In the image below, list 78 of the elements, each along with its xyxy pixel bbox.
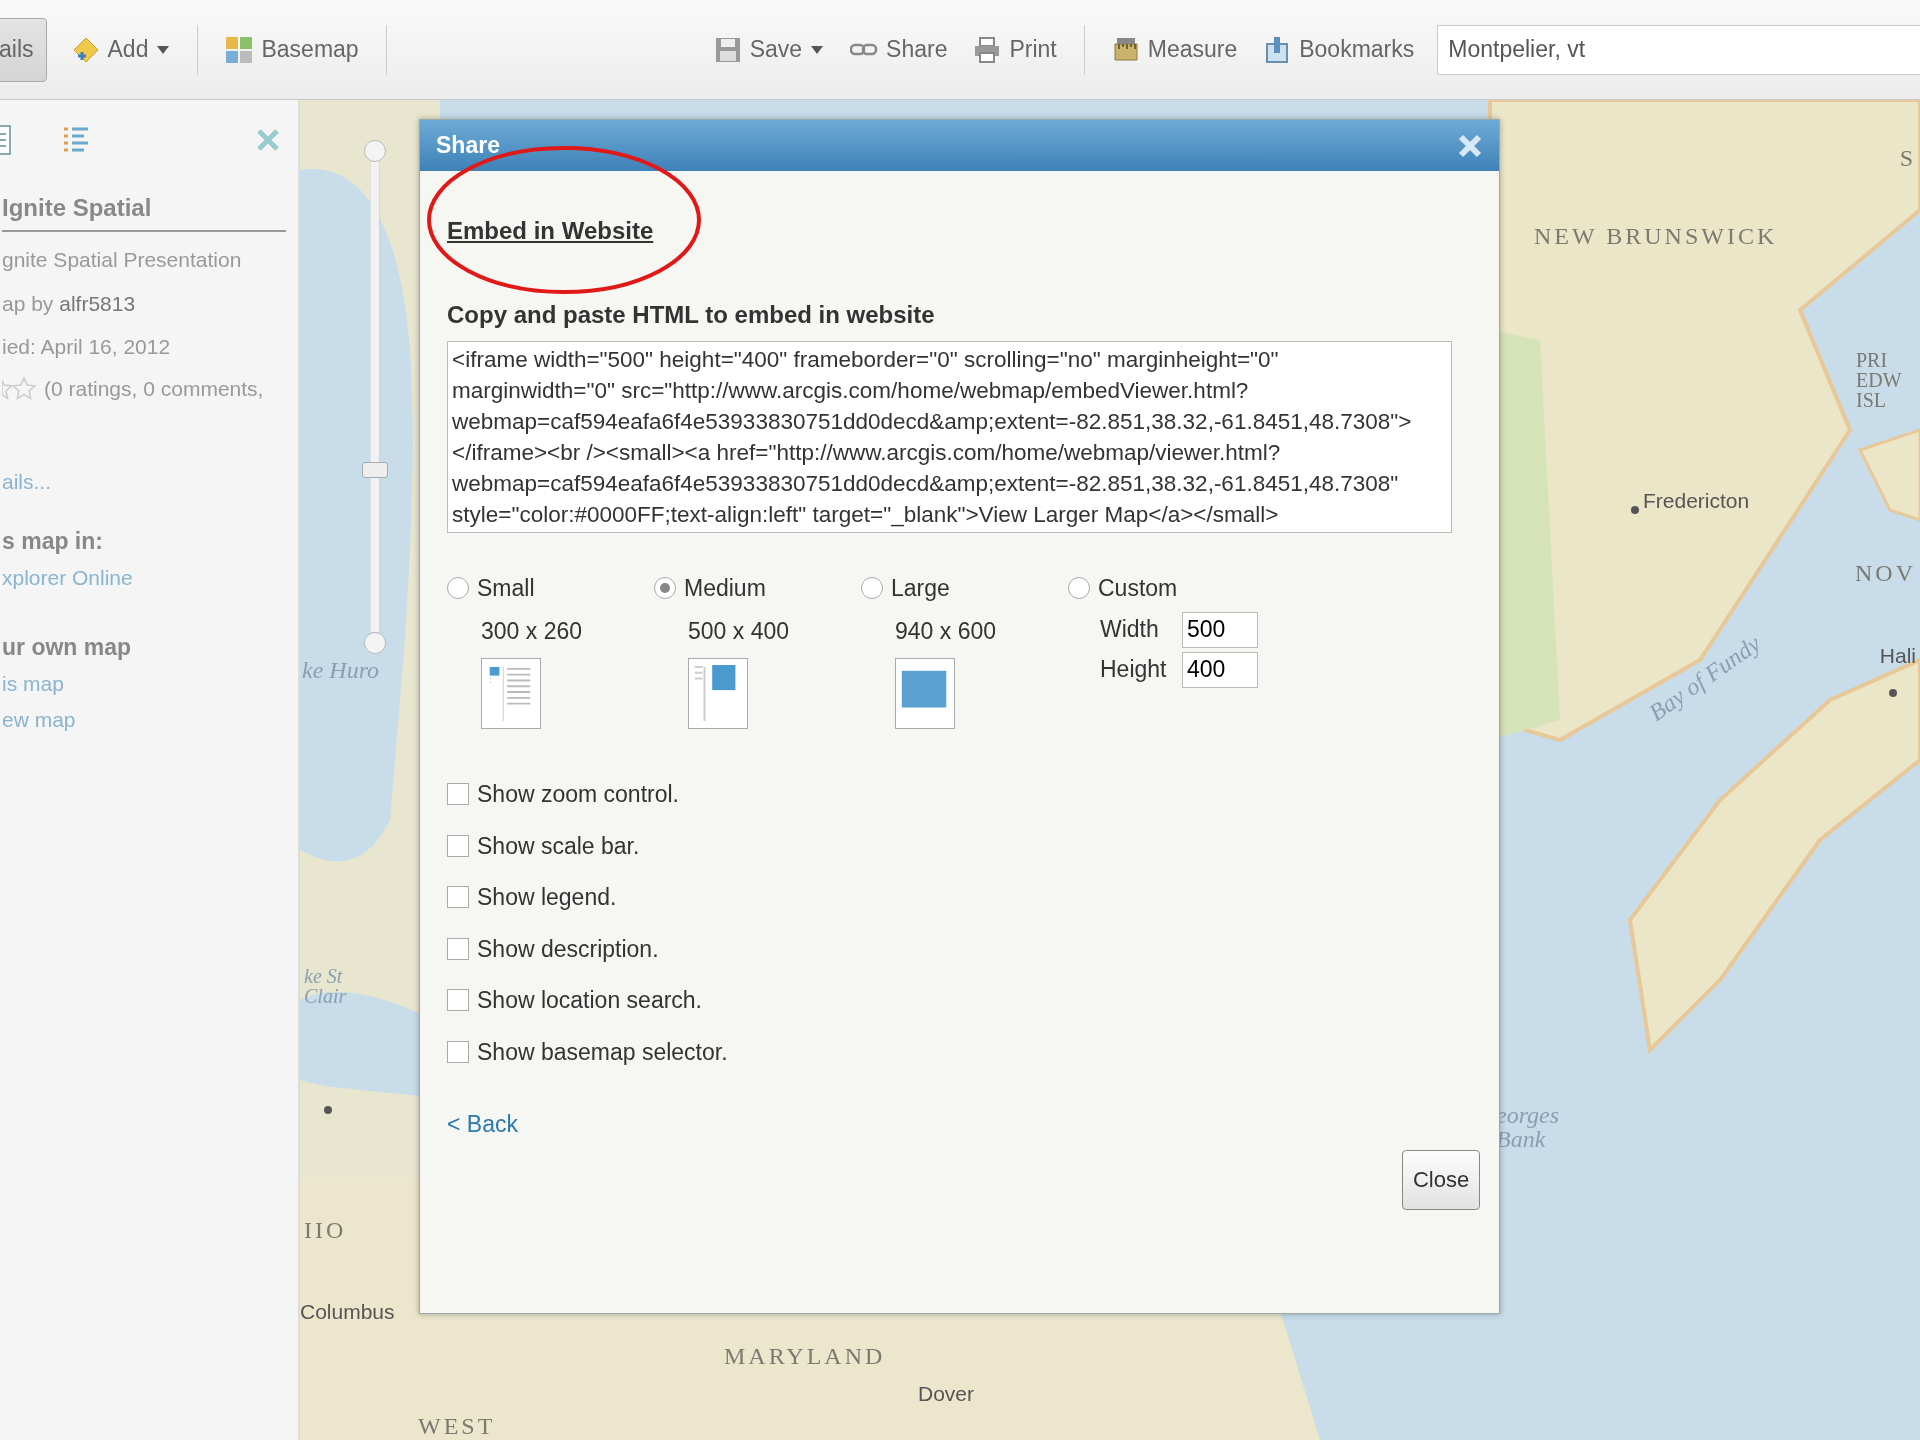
embed-heading-link[interactable]: Embed in Website: [447, 213, 654, 249]
option-label: Show description.: [477, 934, 659, 964]
add-button[interactable]: Add: [58, 17, 184, 82]
share-button[interactable]: Share: [837, 17, 961, 82]
list-icon[interactable]: [62, 126, 90, 154]
width-input[interactable]: 500: [1182, 611, 1258, 648]
radio-button[interactable]: [447, 577, 469, 600]
back-link[interactable]: < Back: [447, 1107, 518, 1142]
city-label: Dover: [918, 1381, 975, 1407]
checkbox[interactable]: [447, 937, 469, 960]
option-label: Show zoom control.: [477, 780, 679, 809]
embed-code-field[interactable]: <iframe width="500" height="400" frameborder="0" scrolling="no" marginheight="0" marginwidth="0" src="http://www.arcgis.com/home/webmap/embedViewer.html?webmap=caf594eafa6f4e53933830751dd0decd&amp;extent=-82.851,38.32,-61.8451,48.7308"></iframe><br /><small><a href="http://www.arcgis.com/home/webmap/viewer.html?webmap=caf594eafa6f4e53933830751dd0decd&amp;extent=-82.851,38.32,-61.8451,48.7308" style="color:#0000FF;text-align:left" target="_blank">View Larger Map</a></small>: [447, 341, 1452, 533]
field-label: Height: [1100, 655, 1168, 685]
section-heading: s map in:: [2, 526, 104, 556]
radio-button[interactable]: [1068, 577, 1090, 600]
map-info-text: ap by alfr5813: [2, 290, 137, 317]
checkbox[interactable]: [447, 834, 469, 857]
field-label: Width: [1100, 615, 1160, 645]
radio-button[interactable]: [654, 577, 676, 600]
checkbox[interactable]: [447, 989, 469, 1012]
water-label: ke St Clair: [304, 966, 348, 1006]
city-dot: [1631, 506, 1639, 514]
water-label: ke Huro: [302, 656, 380, 685]
size-dims: 500 x 400: [688, 616, 791, 646]
city-label: Hali: [1879, 643, 1916, 669]
checkbox[interactable]: [447, 886, 469, 909]
stars-icon: [2, 376, 36, 400]
document-icon[interactable]: [0, 124, 12, 156]
region-label: WEST: [418, 1412, 496, 1440]
region-label: IIO: [304, 1216, 347, 1245]
map-title: Ignite Spatial: [2, 190, 286, 232]
city-dot: [324, 1106, 332, 1114]
basemap-button[interactable]: Basemap: [212, 17, 372, 82]
region-label: PRI EDW ISL: [1856, 350, 1903, 410]
grid-icon: [225, 35, 254, 64]
region-label: NOV: [1855, 559, 1916, 588]
section-heading: ur own map: [2, 632, 133, 662]
save-button[interactable]: Save: [700, 17, 838, 82]
layout-preview-icon: [688, 658, 748, 729]
add-icon: [71, 35, 100, 64]
ruler-icon: [1111, 35, 1140, 64]
city-label: Columbus: [300, 1299, 395, 1325]
measure-button[interactable]: Measure: [1098, 17, 1251, 82]
size-label: Small: [477, 574, 535, 603]
checkbox[interactable]: [447, 1040, 469, 1063]
size-label: Medium: [684, 574, 766, 603]
city-label: Fredericton: [1643, 488, 1750, 514]
bookmarks-button[interactable]: Bookmarks: [1250, 17, 1428, 82]
radio-button[interactable]: [861, 577, 883, 600]
save-icon: [713, 35, 742, 64]
layout-preview-icon: [895, 658, 955, 729]
map-info-text: ied: April 16, 2012: [2, 334, 172, 360]
close-icon[interactable]: [256, 128, 280, 152]
code-label: Copy and paste HTML to embed in website: [447, 300, 936, 330]
region-label: MARYLAND: [724, 1342, 886, 1371]
size-dims: 940 x 600: [895, 616, 998, 646]
rating-text: (0 ratings, 0 comments,: [44, 375, 264, 402]
option-label: Show basemap selector.: [477, 1037, 728, 1067]
printer-icon: [973, 35, 1002, 64]
close-icon[interactable]: [1457, 132, 1483, 159]
city-dot: [1889, 689, 1897, 697]
size-dims: 300 x 260: [481, 616, 584, 646]
option-label: Show location search.: [477, 986, 702, 1015]
size-label: Custom: [1098, 574, 1178, 603]
size-label: Large: [891, 574, 950, 603]
height-input[interactable]: 400: [1182, 651, 1258, 688]
map-info-text: gnite Spatial Presentation: [2, 247, 243, 273]
search-field[interactable]: Montpelier, vt: [1437, 24, 1920, 75]
details-button[interactable]: ails: [0, 17, 47, 82]
region-label: S: [1899, 144, 1916, 173]
close-button[interactable]: Close: [1402, 1149, 1480, 1210]
checkbox[interactable]: [447, 783, 469, 806]
dialog-title: Share: [436, 131, 500, 161]
layout-preview-icon: [481, 658, 541, 729]
region-label: NEW BRUNSWICK: [1534, 222, 1778, 251]
print-button[interactable]: Print: [960, 17, 1070, 82]
option-label: Show legend.: [477, 883, 617, 912]
option-label: Show scale bar.: [477, 831, 640, 861]
